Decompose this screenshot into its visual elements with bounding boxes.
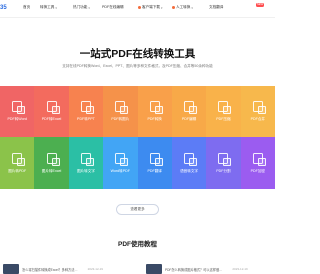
- nav-item-convert-tools[interactable]: 转换工具 ▾: [40, 5, 57, 10]
- tool-tile[interactable]: 图片转PDF: [0, 137, 35, 189]
- document-convert-icon: [149, 152, 163, 166]
- nav-item-label: PDF在线编辑: [102, 5, 124, 9]
- tool-tile[interactable]: 图片转文字: [68, 137, 104, 189]
- nav-item-label: 人工转换: [176, 5, 191, 9]
- tool-tile[interactable]: PDF转图片: [103, 86, 138, 137]
- tool-tile[interactable]: PDF翻译: [137, 137, 172, 189]
- document-convert-icon: [115, 101, 129, 114]
- tool-tile[interactable]: PDF转PPT: [68, 86, 104, 137]
- chevron-down-icon: ▾: [55, 5, 57, 10]
- tutorial-title: 怎么将扫描件转换成Excel？多种方法…: [22, 267, 78, 272]
- tutorial-thumbnail: [146, 264, 162, 274]
- document-convert-icon: [252, 101, 266, 114]
- chevron-down-icon: ▾: [160, 5, 163, 10]
- tutorial-title: PDF怎么转换成图片格式？可以这样做…: [165, 267, 223, 272]
- tutorial-thumbnail: [3, 264, 19, 274]
- tool-tile-label: PDF翻译: [147, 168, 162, 173]
- tool-tile[interactable]: PDF转换: [137, 86, 172, 137]
- document-convert-icon: [252, 152, 266, 166]
- nav-item-label: 首页: [23, 5, 31, 9]
- nav-item-label: 热门功能: [73, 5, 88, 9]
- document-convert-icon: [46, 152, 60, 166]
- document-convert-icon: [184, 101, 198, 114]
- page-title: 一站式PDF在线转换工具: [79, 48, 196, 60]
- tutorial-date: 2023-12-19: [87, 267, 103, 271]
- tool-tile[interactable]: PDF转Word: [0, 86, 35, 137]
- new-badge: NEW: [256, 3, 265, 7]
- document-convert-icon: [115, 152, 129, 166]
- tutorial-date: 2023-12-19: [232, 267, 248, 271]
- top-nav: 35 首页 转换工具 ▾ 热门功能 ▾ PDF在线编辑 客户端下载 ▾ 人工转换…: [0, 0, 275, 18]
- tool-tile-label: Word转PDF: [110, 168, 130, 173]
- tool-tile[interactable]: PDF加密: [240, 137, 275, 189]
- view-more-button[interactable]: 查看更多: [116, 204, 159, 215]
- download-icon: [138, 6, 141, 9]
- section-title: PDF使用教程: [118, 241, 157, 248]
- nav-item-label: 文档翻译: [209, 5, 224, 9]
- nav-item-manual-convert[interactable]: 人工转换 ▾: [172, 5, 193, 10]
- person-icon: [172, 6, 175, 9]
- document-convert-icon: [80, 152, 94, 166]
- chevron-down-icon: ▾: [191, 5, 193, 10]
- tool-tile[interactable]: Word转PDF: [103, 137, 138, 189]
- document-convert-icon: [149, 101, 163, 114]
- tool-tile-label: PDF加密: [250, 168, 265, 173]
- tool-tile-label: PDF压缩: [216, 117, 231, 121]
- tool-tile-label: PDF转Word: [7, 117, 27, 121]
- document-convert-icon: [184, 152, 198, 166]
- document-convert-icon: [80, 101, 94, 114]
- tutorial-item[interactable]: 怎么将扫描件转换成Excel？多种方法… 2023-12-19: [3, 264, 103, 274]
- tool-tile[interactable]: PDF压缩: [206, 86, 241, 137]
- tool-tile-label: PDF转Excel: [41, 117, 62, 121]
- tool-tile-label: PDF编辑: [181, 117, 197, 121]
- tool-tile-label: PDF转图片: [111, 117, 130, 121]
- tool-tile[interactable]: PDF合并: [240, 86, 275, 137]
- chevron-down-icon: ▾: [88, 5, 90, 10]
- tool-tile[interactable]: PDF转Excel: [34, 86, 69, 137]
- page-subtitle: 支持在线PDF转换Word、Excel、PPT、图片等多种文件格式，及PDF压缩…: [62, 64, 213, 68]
- nav-item-label: 客户端下载: [142, 5, 160, 9]
- tool-tile-label: 图片转文字: [76, 168, 95, 173]
- nav-item-hot-features[interactable]: 热门功能 ▾: [73, 5, 90, 10]
- document-convert-icon: [12, 152, 26, 166]
- tool-grid: PDF转Word PDF转Excel PDF转PPT PDF转图片 PDF转换 PDF编辑…: [0, 86, 275, 189]
- nav-item-home[interactable]: 首页: [23, 5, 30, 10]
- tool-tile-label: PDF合并: [250, 117, 265, 121]
- tool-tile[interactable]: PDF分割: [206, 137, 241, 189]
- nav-item-doc-translate[interactable]: 文档翻译: [209, 5, 223, 10]
- tool-tile[interactable]: 图片转Excel: [34, 137, 69, 189]
- logo[interactable]: 35: [0, 5, 7, 11]
- tool-tile-label: 图片转PDF: [8, 168, 27, 173]
- tool-tile-label: 图片转Excel: [41, 168, 62, 173]
- document-convert-icon: [218, 152, 232, 166]
- tool-tile-label: 语音转文字: [180, 168, 199, 173]
- tool-tile[interactable]: PDF编辑: [171, 86, 207, 137]
- tool-tile[interactable]: 语音转文字: [171, 137, 207, 189]
- nav-item-pdf-edit[interactable]: PDF在线编辑: [102, 5, 124, 10]
- document-convert-icon: [12, 101, 26, 114]
- nav-item-client-download[interactable]: 客户端下载 ▾: [138, 5, 162, 10]
- document-convert-icon: [218, 101, 232, 114]
- nav-item-label: 转换工具: [40, 5, 55, 9]
- tool-tile-label: PDF分割: [216, 168, 231, 173]
- tutorial-item[interactable]: PDF怎么转换成图片格式？可以这样做… 2023-12-19: [146, 264, 248, 274]
- tool-tile-label: PDF转PPT: [77, 117, 95, 121]
- tool-tile-label: PDF转换: [147, 117, 162, 121]
- document-convert-icon: [46, 101, 60, 114]
